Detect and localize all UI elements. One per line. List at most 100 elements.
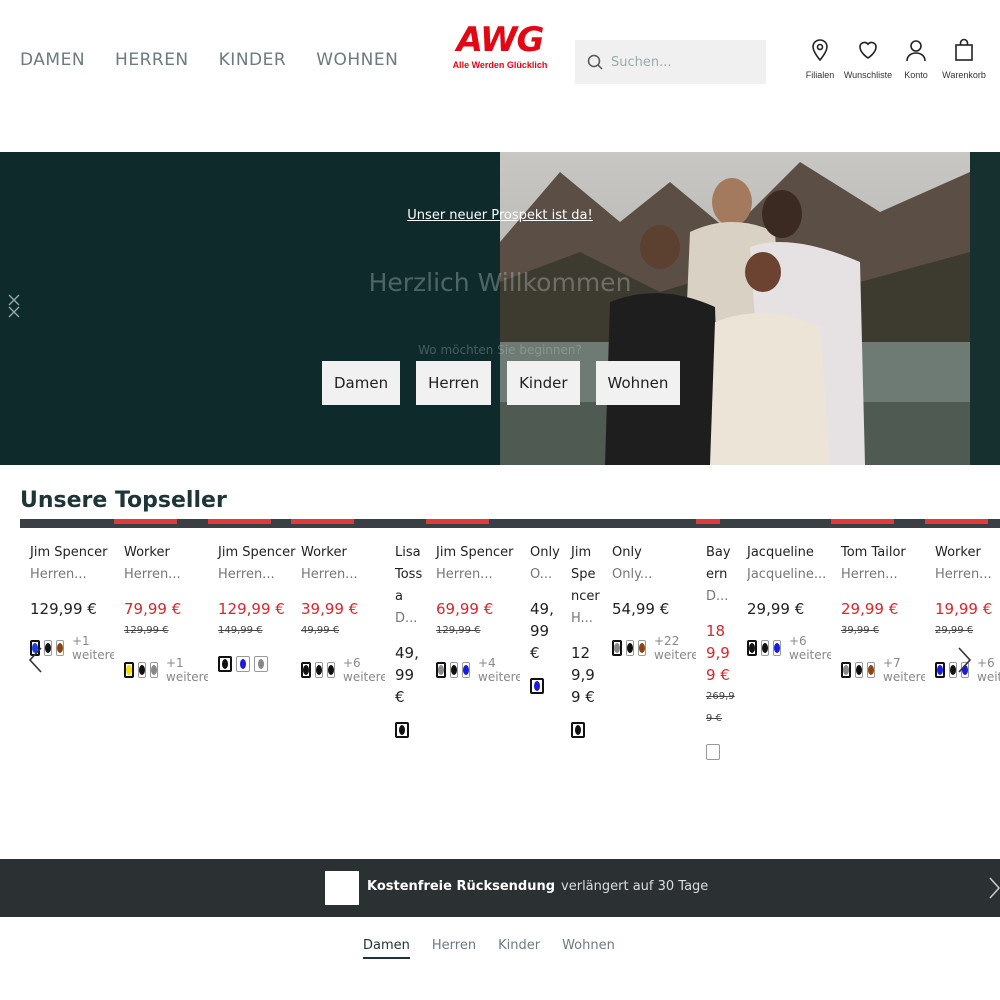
wunschliste-link[interactable]: Wunschliste (844, 38, 892, 80)
product-brand: Jim Spencer (218, 545, 296, 560)
swatch-dot (328, 665, 334, 675)
product-old-price: 129,99 € (124, 625, 169, 636)
color-swatch[interactable] (327, 662, 335, 678)
product-card[interactable]: Lisa Tossa D... 49,99 € (385, 519, 427, 738)
hero-button-kinder[interactable]: Kinder (507, 361, 580, 405)
awg-logo[interactable]: AWG Alle Werden Glücklich (448, 22, 552, 70)
color-swatch[interactable] (315, 662, 323, 678)
product-card[interactable]: Jim Spencer H... 129,99 € (561, 519, 603, 738)
color-swatch[interactable] (773, 640, 781, 656)
product-image[interactable] (426, 519, 520, 528)
sale-marker (831, 519, 894, 524)
color-swatch[interactable] (706, 744, 720, 760)
color-swatch[interactable] (571, 722, 585, 738)
color-swatch[interactable] (867, 662, 875, 678)
color-swatch[interactable] (395, 722, 409, 738)
more-colors-link[interactable]: +4 weitere (478, 656, 520, 684)
color-swatch[interactable] (612, 640, 622, 656)
product-image[interactable] (114, 519, 208, 528)
hero-edge-strip (970, 152, 1000, 465)
color-swatch[interactable] (626, 640, 634, 656)
product-image[interactable] (831, 519, 925, 528)
more-colors-link[interactable]: +7 weitere (883, 656, 925, 684)
swatch-dot (57, 643, 63, 653)
tab-wohnen[interactable]: Wohnen (562, 938, 615, 959)
color-swatch[interactable] (530, 678, 544, 694)
color-swatch[interactable] (150, 662, 158, 678)
color-swatch[interactable] (855, 662, 863, 678)
product-image[interactable] (208, 519, 302, 528)
more-colors-link[interactable]: +6 weitere (343, 656, 385, 684)
more-colors-link[interactable]: +6 weitere (789, 634, 831, 662)
color-swatch[interactable] (462, 662, 470, 678)
product-card[interactable]: Jim Spencer Herren... 69,99 € 129,99 € +4 we… (426, 519, 520, 684)
filialen-link[interactable]: Filialen (796, 38, 844, 80)
search-input[interactable] (611, 54, 761, 70)
nav-herren[interactable]: HERREN (115, 50, 189, 70)
product-image[interactable] (20, 519, 114, 528)
product-card[interactable]: Worker Herren... 39,99 € 49,99 € +6 weitere (291, 519, 385, 684)
product-card[interactable]: Jim Spencer Herren... 129,99 € 149,99 € (208, 519, 302, 672)
hero-button-damen[interactable]: Damen (322, 361, 401, 405)
color-swatch[interactable] (56, 640, 64, 656)
color-swatch[interactable] (254, 656, 268, 672)
product-card[interactable]: Jacqueline Jacqueline... 29,99 € +6 weitere (737, 519, 831, 662)
color-swatch[interactable] (841, 662, 851, 678)
chevron-left-icon[interactable] (26, 645, 46, 675)
prospekt-link[interactable]: Unser neuer Prospekt ist da! (407, 208, 592, 223)
color-swatch[interactable] (638, 640, 646, 656)
nav-damen[interactable]: DAMEN (20, 50, 85, 70)
tab-damen[interactable]: Damen (363, 938, 410, 959)
konto-link[interactable]: Konto (892, 38, 940, 80)
tab-kinder[interactable]: Kinder (498, 938, 540, 959)
tab-herren[interactable]: Herren (432, 938, 476, 959)
product-brand: Jim Spencer (436, 545, 514, 560)
product-info: Worker Herren... 79,99 € 129,99 € +1 weitere (114, 528, 208, 684)
nav-wohnen[interactable]: WOHNEN (316, 50, 398, 70)
product-card[interactable]: Bayern D... 189,99 € 269,99 € (696, 519, 738, 760)
product-image[interactable] (737, 519, 831, 528)
product-card[interactable]: Jim Spencer Herren... 129,99 € +1 weitere (20, 519, 114, 662)
product-image[interactable] (520, 519, 562, 528)
color-swatches (395, 722, 427, 738)
more-colors-link[interactable]: +1 weitere (72, 634, 114, 662)
location-pin-icon (812, 39, 828, 62)
product-card[interactable]: Worker Herren... 79,99 € 129,99 € +1 weitere (114, 519, 208, 684)
product-image[interactable] (696, 519, 738, 528)
product-image[interactable] (561, 519, 603, 528)
product-info: Jim Spencer Herren... 69,99 € 129,99 € +4 we… (426, 528, 520, 684)
color-swatch[interactable] (436, 662, 446, 678)
hero-welcome-heading: Herzlich Willkommen (368, 268, 632, 297)
more-colors-link[interactable]: +6 weitere (977, 656, 1000, 684)
wunschliste-label: Wunschliste (843, 70, 893, 80)
close-icon[interactable] (6, 292, 22, 320)
color-swatch[interactable] (236, 656, 250, 672)
product-card[interactable]: Only O... 49,99 € (520, 519, 562, 694)
color-swatch[interactable] (301, 662, 311, 678)
nav-kinder[interactable]: KINDER (219, 50, 287, 70)
product-card[interactable]: Only Only... 54,99 € +22 weitere (602, 519, 696, 662)
chevron-right-icon[interactable] (954, 645, 974, 675)
hero-button-wohnen[interactable]: Wohnen (595, 361, 681, 405)
product-old-price: 49,99 € (301, 625, 340, 636)
warenkorb-link[interactable]: Warenkorb (940, 38, 988, 80)
product-image[interactable] (925, 519, 1000, 528)
product-image[interactable] (385, 519, 427, 528)
product-old-price: 39,99 € (841, 625, 880, 636)
more-colors-link[interactable]: +22 weitere (654, 634, 696, 662)
color-swatch[interactable] (761, 640, 769, 656)
product-card[interactable]: Tom Tailor Herren... 29,99 € 39,99 € +7 weit… (831, 519, 925, 684)
search-box[interactable] (575, 40, 766, 84)
color-swatch[interactable] (218, 656, 232, 672)
product-price: 129,99 € (571, 644, 595, 706)
chevron-right-icon[interactable] (988, 876, 1000, 900)
more-colors-link[interactable]: +1 weitere (166, 656, 208, 684)
color-swatch[interactable] (124, 662, 134, 678)
color-swatch[interactable] (450, 662, 458, 678)
color-swatch[interactable] (747, 640, 757, 656)
color-swatch[interactable] (138, 662, 146, 678)
product-image[interactable] (291, 519, 385, 528)
product-image[interactable] (602, 519, 696, 528)
hero-button-herren[interactable]: Herren (416, 361, 492, 405)
color-swatch[interactable] (935, 662, 945, 678)
